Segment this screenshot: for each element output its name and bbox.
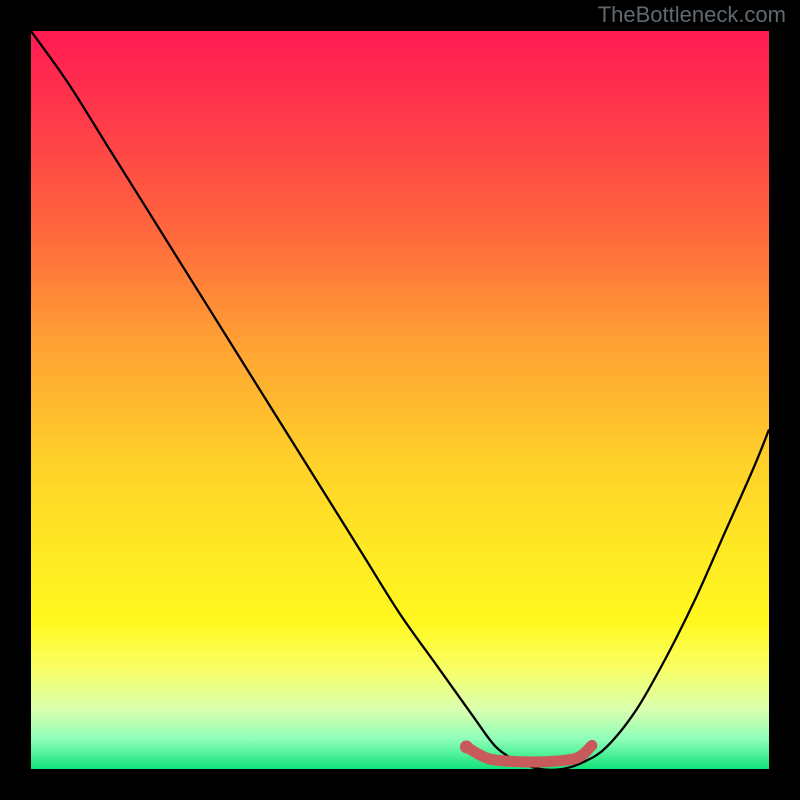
optimal-range-highlight bbox=[466, 745, 591, 762]
chart-svg bbox=[31, 31, 769, 769]
optimal-range-start-dot bbox=[460, 740, 473, 753]
watermark-text: TheBottleneck.com bbox=[598, 2, 786, 28]
bottleneck-curve bbox=[31, 31, 769, 770]
